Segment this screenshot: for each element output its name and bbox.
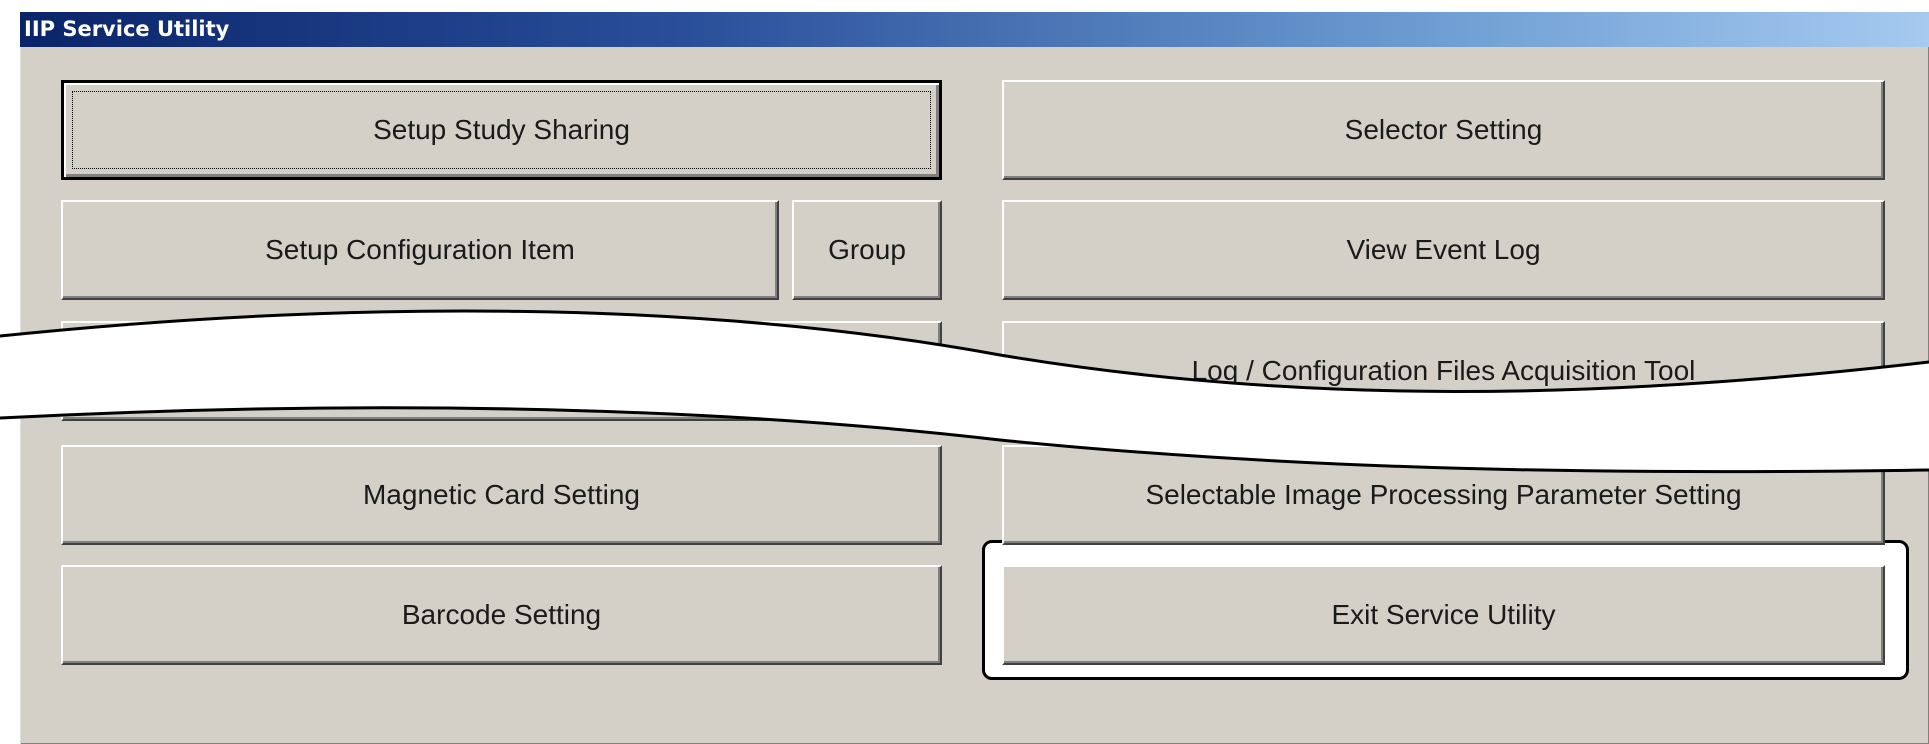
exit-service-utility-button[interactable]: Exit Service Utility [1002, 565, 1885, 665]
barcode-setting-button[interactable]: Barcode Setting [61, 565, 942, 665]
setup-configuration-item-button[interactable]: Setup Configuration Item [61, 200, 779, 300]
barcode-setting-label: Barcode Setting [401, 599, 602, 630]
setup-study-sharing-label: Setup Study Sharing [373, 114, 630, 145]
group-button[interactable]: Group [792, 200, 942, 300]
setup-study-sharing-button[interactable]: Setup Study Sharing [61, 80, 942, 180]
selector-setting-button[interactable]: Selector Setting [1002, 80, 1885, 180]
selector-setting-label: Selector Setting [1344, 114, 1543, 145]
log-configuration-files-acquisition-tool-button[interactable]: Log / Configuration Files Acquisition To… [1002, 321, 1885, 421]
view-event-log-label: View Event Log [1346, 234, 1541, 265]
log-configuration-files-acquisition-tool-label: Log / Configuration Files Acquisition To… [1191, 355, 1696, 386]
selectable-image-processing-parameter-setting-button[interactable]: Selectable Image Processing Parameter Se… [1002, 445, 1885, 545]
window-title: IIP Service Utility [20, 12, 1929, 47]
magnetic-card-setting-button[interactable]: Magnetic Card Setting [61, 445, 942, 545]
exit-service-utility-label: Exit Service Utility [1331, 599, 1556, 630]
group-label: Group [828, 234, 906, 265]
hidden-left-button[interactable] [61, 321, 942, 421]
magnetic-card-setting-label: Magnetic Card Setting [362, 479, 641, 510]
setup-configuration-item-label: Setup Configuration Item [265, 234, 575, 265]
selectable-image-processing-parameter-setting-label: Selectable Image Processing Parameter Se… [1145, 479, 1742, 510]
view-event-log-button[interactable]: View Event Log [1002, 200, 1885, 300]
